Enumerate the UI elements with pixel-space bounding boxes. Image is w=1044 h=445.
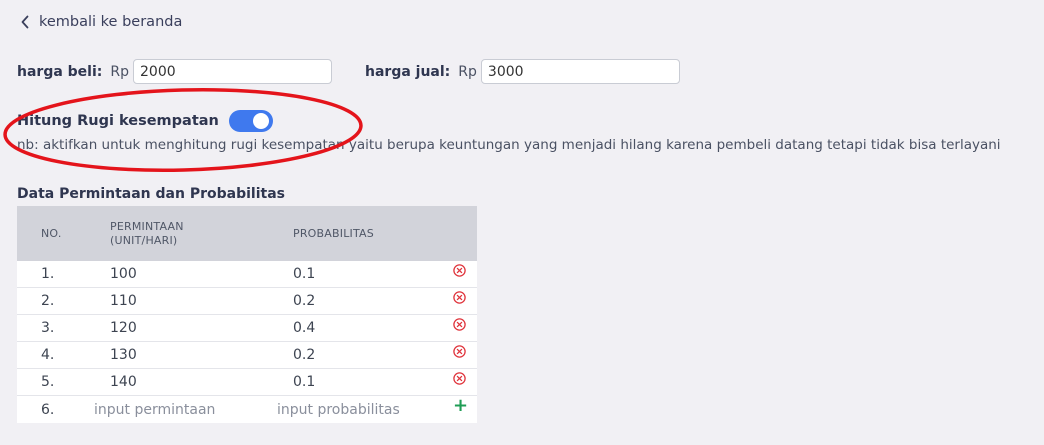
row-number: 2. (41, 293, 55, 309)
row-probability: 0.2 (293, 293, 316, 309)
table-row: 5. 140 0.1 (17, 369, 477, 396)
delete-row-icon[interactable] (453, 318, 466, 331)
row-probability: 0.1 (293, 374, 316, 390)
opportunity-loss-note: nb: aktifkan untuk menghitung rugi kesem… (17, 137, 1001, 153)
delete-row-icon[interactable] (453, 264, 466, 277)
toggle-knob (252, 113, 269, 129)
buy-price-input[interactable] (133, 59, 332, 84)
delete-row-icon[interactable] (453, 345, 466, 358)
sell-price-prefix: Rp (458, 63, 477, 80)
header-probability: PROBABILITAS (293, 227, 374, 240)
buy-price-label: harga beli: (17, 63, 103, 80)
row-number: 4. (41, 347, 55, 363)
delete-row-icon[interactable] (453, 372, 466, 385)
table-row: 2. 110 0.2 (17, 288, 477, 315)
new-row: 6. + (17, 396, 477, 423)
price-row: harga beli: Rp harga jual: Rp (17, 59, 680, 84)
buy-price-prefix: Rp (110, 63, 129, 80)
opportunity-loss-label: Hitung Rugi kesempatan (17, 113, 219, 129)
row-demand: 140 (110, 374, 137, 390)
header-demand: PERMINTAAN (UNIT/HARI) (110, 220, 293, 248)
sell-price-label: harga jual: (365, 63, 451, 80)
buy-price-group: harga beli: Rp (17, 59, 332, 84)
chevron-left-icon (21, 15, 29, 29)
header-no: NO. (41, 227, 62, 240)
header-demand-line1: PERMINTAAN (110, 219, 184, 233)
row-demand: 120 (110, 320, 137, 336)
add-row-icon[interactable]: + (453, 397, 468, 415)
table-header: NO. PERMINTAAN (UNIT/HARI) PROBABILITAS (17, 206, 477, 261)
demand-probability-table: NO. PERMINTAAN (UNIT/HARI) PROBABILITAS … (17, 206, 477, 423)
opportunity-loss-toggle[interactable] (228, 110, 273, 132)
sell-price-group: harga jual: Rp (365, 59, 680, 84)
opportunity-loss-row: Hitung Rugi kesempatan (17, 110, 273, 132)
row-number: 1. (41, 266, 55, 282)
header-demand-line2: (UNIT/HARI) (110, 233, 178, 247)
row-number: 5. (41, 374, 55, 390)
back-link[interactable]: kembali ke beranda (20, 14, 182, 30)
row-number: 3. (41, 320, 55, 336)
row-demand: 100 (110, 266, 137, 282)
table-row: 3. 120 0.4 (17, 315, 477, 342)
row-demand: 110 (110, 293, 137, 309)
row-probability: 0.2 (293, 347, 316, 363)
demand-input[interactable] (94, 401, 264, 418)
row-probability: 0.1 (293, 266, 316, 282)
table-title: Data Permintaan dan Probabilitas (17, 186, 285, 202)
probability-input[interactable] (277, 401, 427, 418)
page: kembali ke beranda harga beli: Rp harga … (0, 0, 1044, 445)
row-probability: 0.4 (293, 320, 316, 336)
sell-price-input[interactable] (480, 59, 680, 84)
delete-row-icon[interactable] (453, 291, 466, 304)
table-row: 1. 100 0.1 (17, 261, 477, 288)
row-demand: 130 (110, 347, 137, 363)
table-row: 4. 130 0.2 (17, 342, 477, 369)
back-link-label: kembali ke beranda (39, 14, 183, 30)
